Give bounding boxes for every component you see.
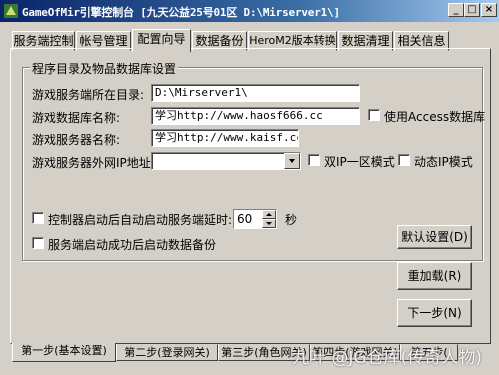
backup-label: 服务端启动成功后启动数据备份 (48, 238, 217, 252)
ip-select[interactable] (151, 152, 301, 170)
step-tab-login-gate[interactable]: 第二步(登录网关) (116, 344, 218, 361)
maximize-button[interactable]: □ (464, 3, 480, 17)
db-name-input[interactable]: 学习http://www.haosf666.cc (151, 107, 360, 125)
watermark: 九叶 @JG仓库(传奇人物) (292, 348, 482, 368)
use-access-label: 使用Access数据库 (384, 110, 486, 124)
auto-start-checkbox[interactable] (32, 212, 44, 224)
dynamic-ip-checkbox[interactable] (398, 154, 410, 166)
close-button[interactable]: × (481, 3, 497, 17)
delay-spinner[interactable]: 60 (233, 209, 277, 229)
minimize-button[interactable]: _ (448, 3, 464, 17)
window-title: GameOfMir引擎控制台 [九天公益25号01区 D:\Mirserver1… (22, 6, 340, 19)
title-bar: GameOfMir引擎控制台 [九天公益25号01区 D:\Mirserver1… (0, 0, 499, 22)
chevron-down-icon[interactable] (284, 153, 300, 169)
backup-checkbox[interactable] (32, 237, 44, 249)
delay-value: 60 (237, 212, 253, 226)
seconds-label: 秒 (285, 213, 298, 227)
group-title: 程序目录及物品数据库设置 (30, 60, 179, 77)
step-tab-basic[interactable]: 第一步(基本设置) (12, 343, 116, 362)
auto-start-label: 控制器启动后自动启动服务端 (48, 213, 205, 227)
dual-ip-checkbox[interactable] (308, 154, 320, 166)
delay-label: 延时: (204, 213, 233, 227)
tab-config-wizard[interactable]: 配置向导 (132, 29, 191, 52)
reload-button[interactable]: 重加载(R) (397, 262, 472, 290)
dual-ip-label: 双IP一区模式 (324, 155, 395, 169)
ip-label: 游戏服务器外网IP地址: (32, 156, 155, 170)
spin-up-icon[interactable] (262, 210, 276, 219)
dynamic-ip-label: 动态IP模式 (414, 155, 473, 169)
app-icon (4, 4, 18, 18)
server-name-input[interactable]: 学习http://www.kaisf.cc (151, 129, 299, 147)
use-access-checkbox[interactable] (368, 109, 380, 121)
db-name-label: 游戏数据库名称: (32, 111, 121, 125)
next-button[interactable]: 下一步(N) (397, 299, 472, 327)
server-name-label: 游戏服务器名称: (32, 133, 121, 147)
default-settings-button[interactable]: 默认设置(D) (397, 225, 472, 249)
spin-down-icon[interactable] (262, 219, 276, 228)
server-dir-label: 游戏服务端所在目录: (32, 88, 145, 102)
server-dir-input[interactable]: D:\Mirserver1\ (151, 84, 360, 102)
